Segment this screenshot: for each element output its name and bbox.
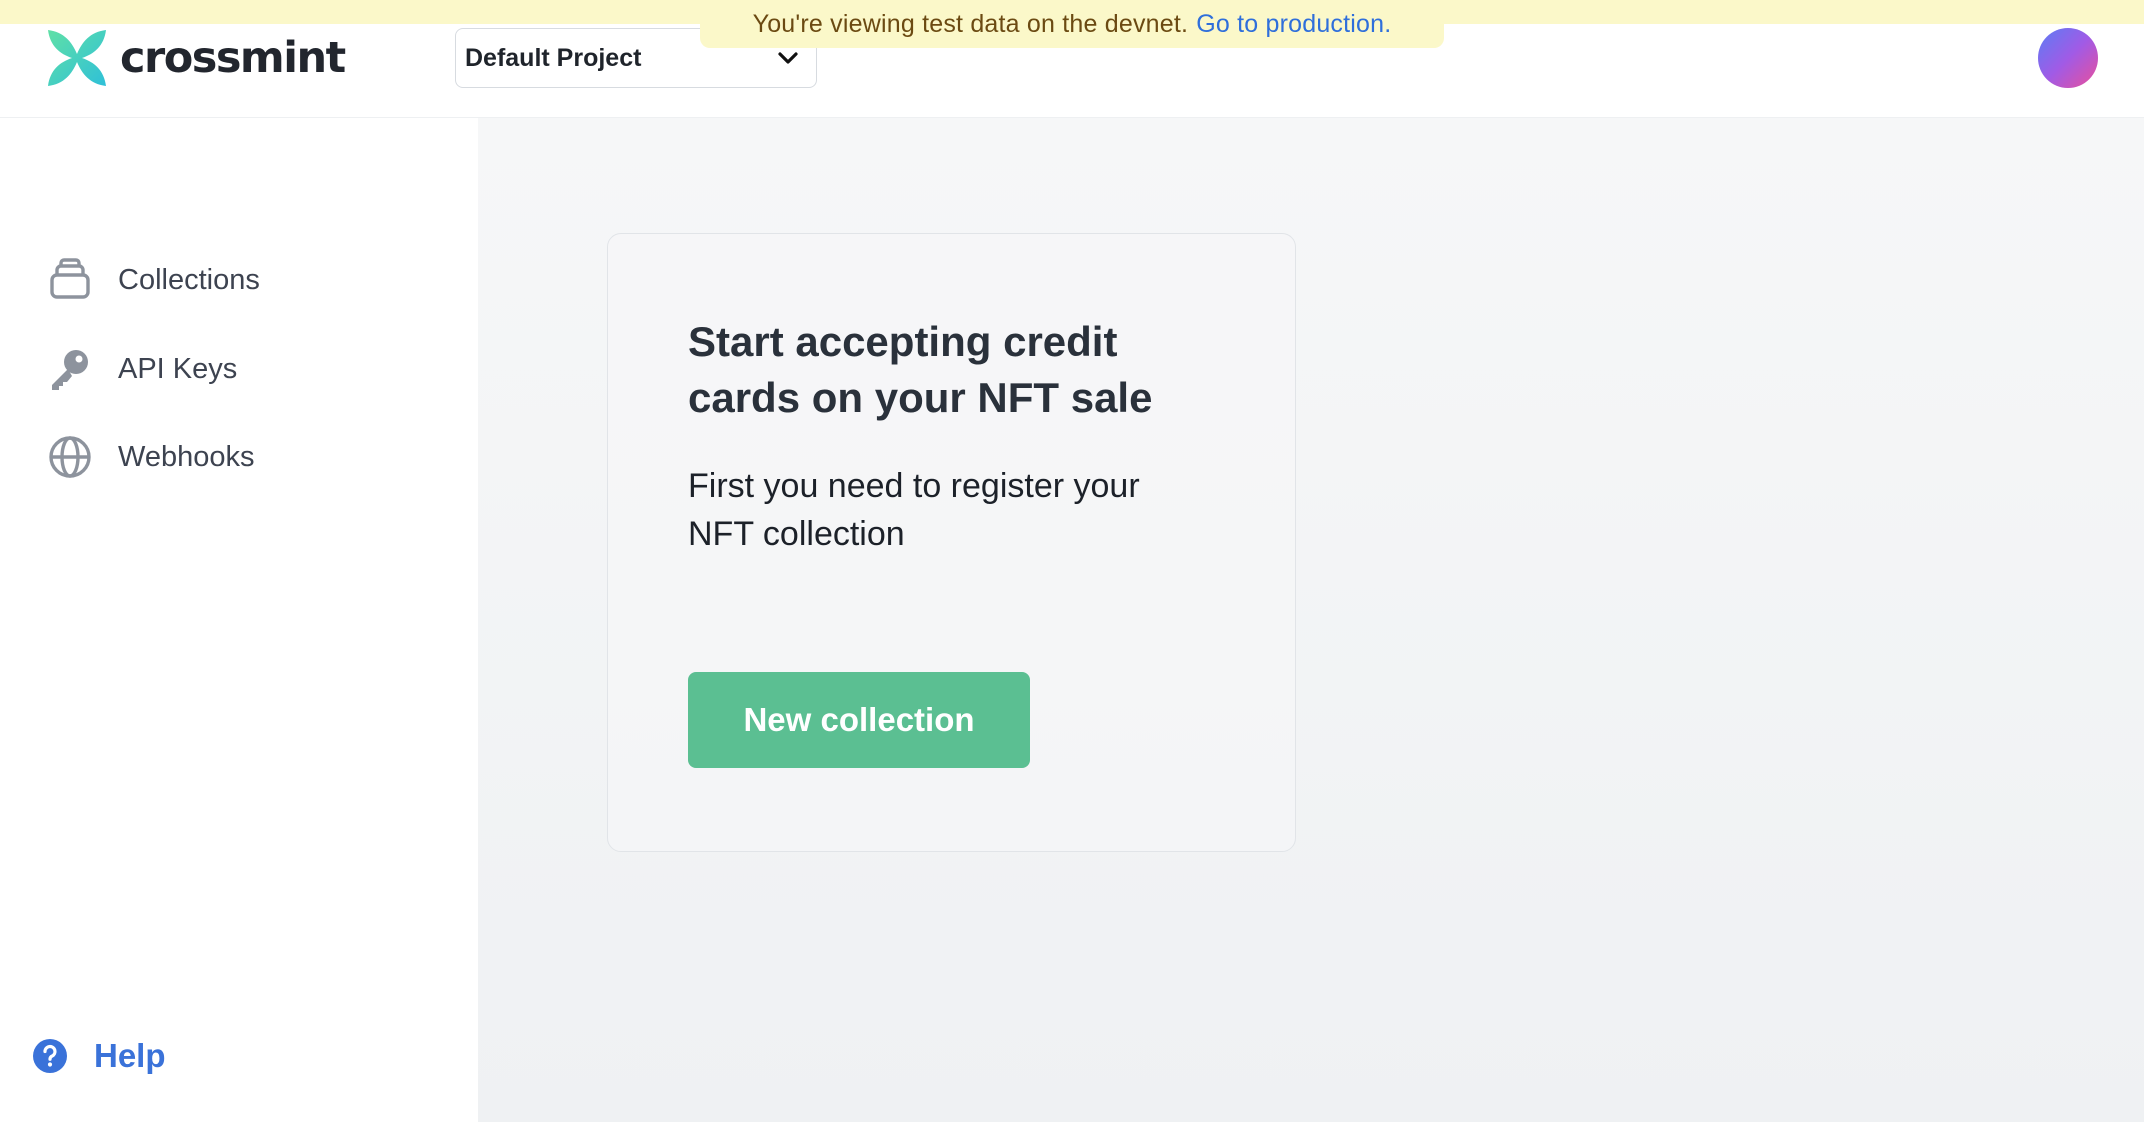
crossmint-x-logo-icon xyxy=(48,30,106,86)
sidebar-item-webhooks[interactable]: Webhooks xyxy=(46,427,255,487)
sidebar-item-collections[interactable]: Collections xyxy=(46,250,260,310)
test-data-banner: You're viewing test data on the devnet. … xyxy=(700,0,1444,48)
help-label: Help xyxy=(94,1037,166,1074)
card-title: Start accepting credit cards on your NFT… xyxy=(688,318,1153,421)
brand-name: crossmint xyxy=(120,33,346,83)
card-description: First you need to register your NFT coll… xyxy=(688,467,1140,553)
empty-state-card: Start accepting credit cards on your NFT… xyxy=(607,233,1296,852)
sidebar-item-api-keys[interactable]: API Keys xyxy=(46,339,237,399)
new-collection-button[interactable]: New collection xyxy=(688,672,1030,768)
sidebar-item-label: Collections xyxy=(118,263,260,296)
chevron-down-icon xyxy=(778,52,798,64)
user-avatar[interactable] xyxy=(2038,28,2098,88)
help-link[interactable]: Help xyxy=(32,1026,166,1086)
key-icon xyxy=(46,345,94,393)
sidebar-item-label: API Keys xyxy=(118,352,238,385)
main-content: Start accepting credit cards on your NFT… xyxy=(478,118,2144,1122)
test-data-message: You're viewing test data on the devnet. xyxy=(752,9,1189,38)
go-to-production-link[interactable]: Go to production. xyxy=(1196,10,1391,39)
globe-icon xyxy=(46,433,94,481)
crossmint-logo[interactable]: crossmint xyxy=(44,26,346,90)
question-circle-icon xyxy=(33,1039,67,1073)
sidebar: Collections API Keys Webhooks Help xyxy=(0,118,478,1122)
sidebar-item-label: Webhooks xyxy=(118,440,255,473)
collections-stack-icon xyxy=(46,256,94,304)
